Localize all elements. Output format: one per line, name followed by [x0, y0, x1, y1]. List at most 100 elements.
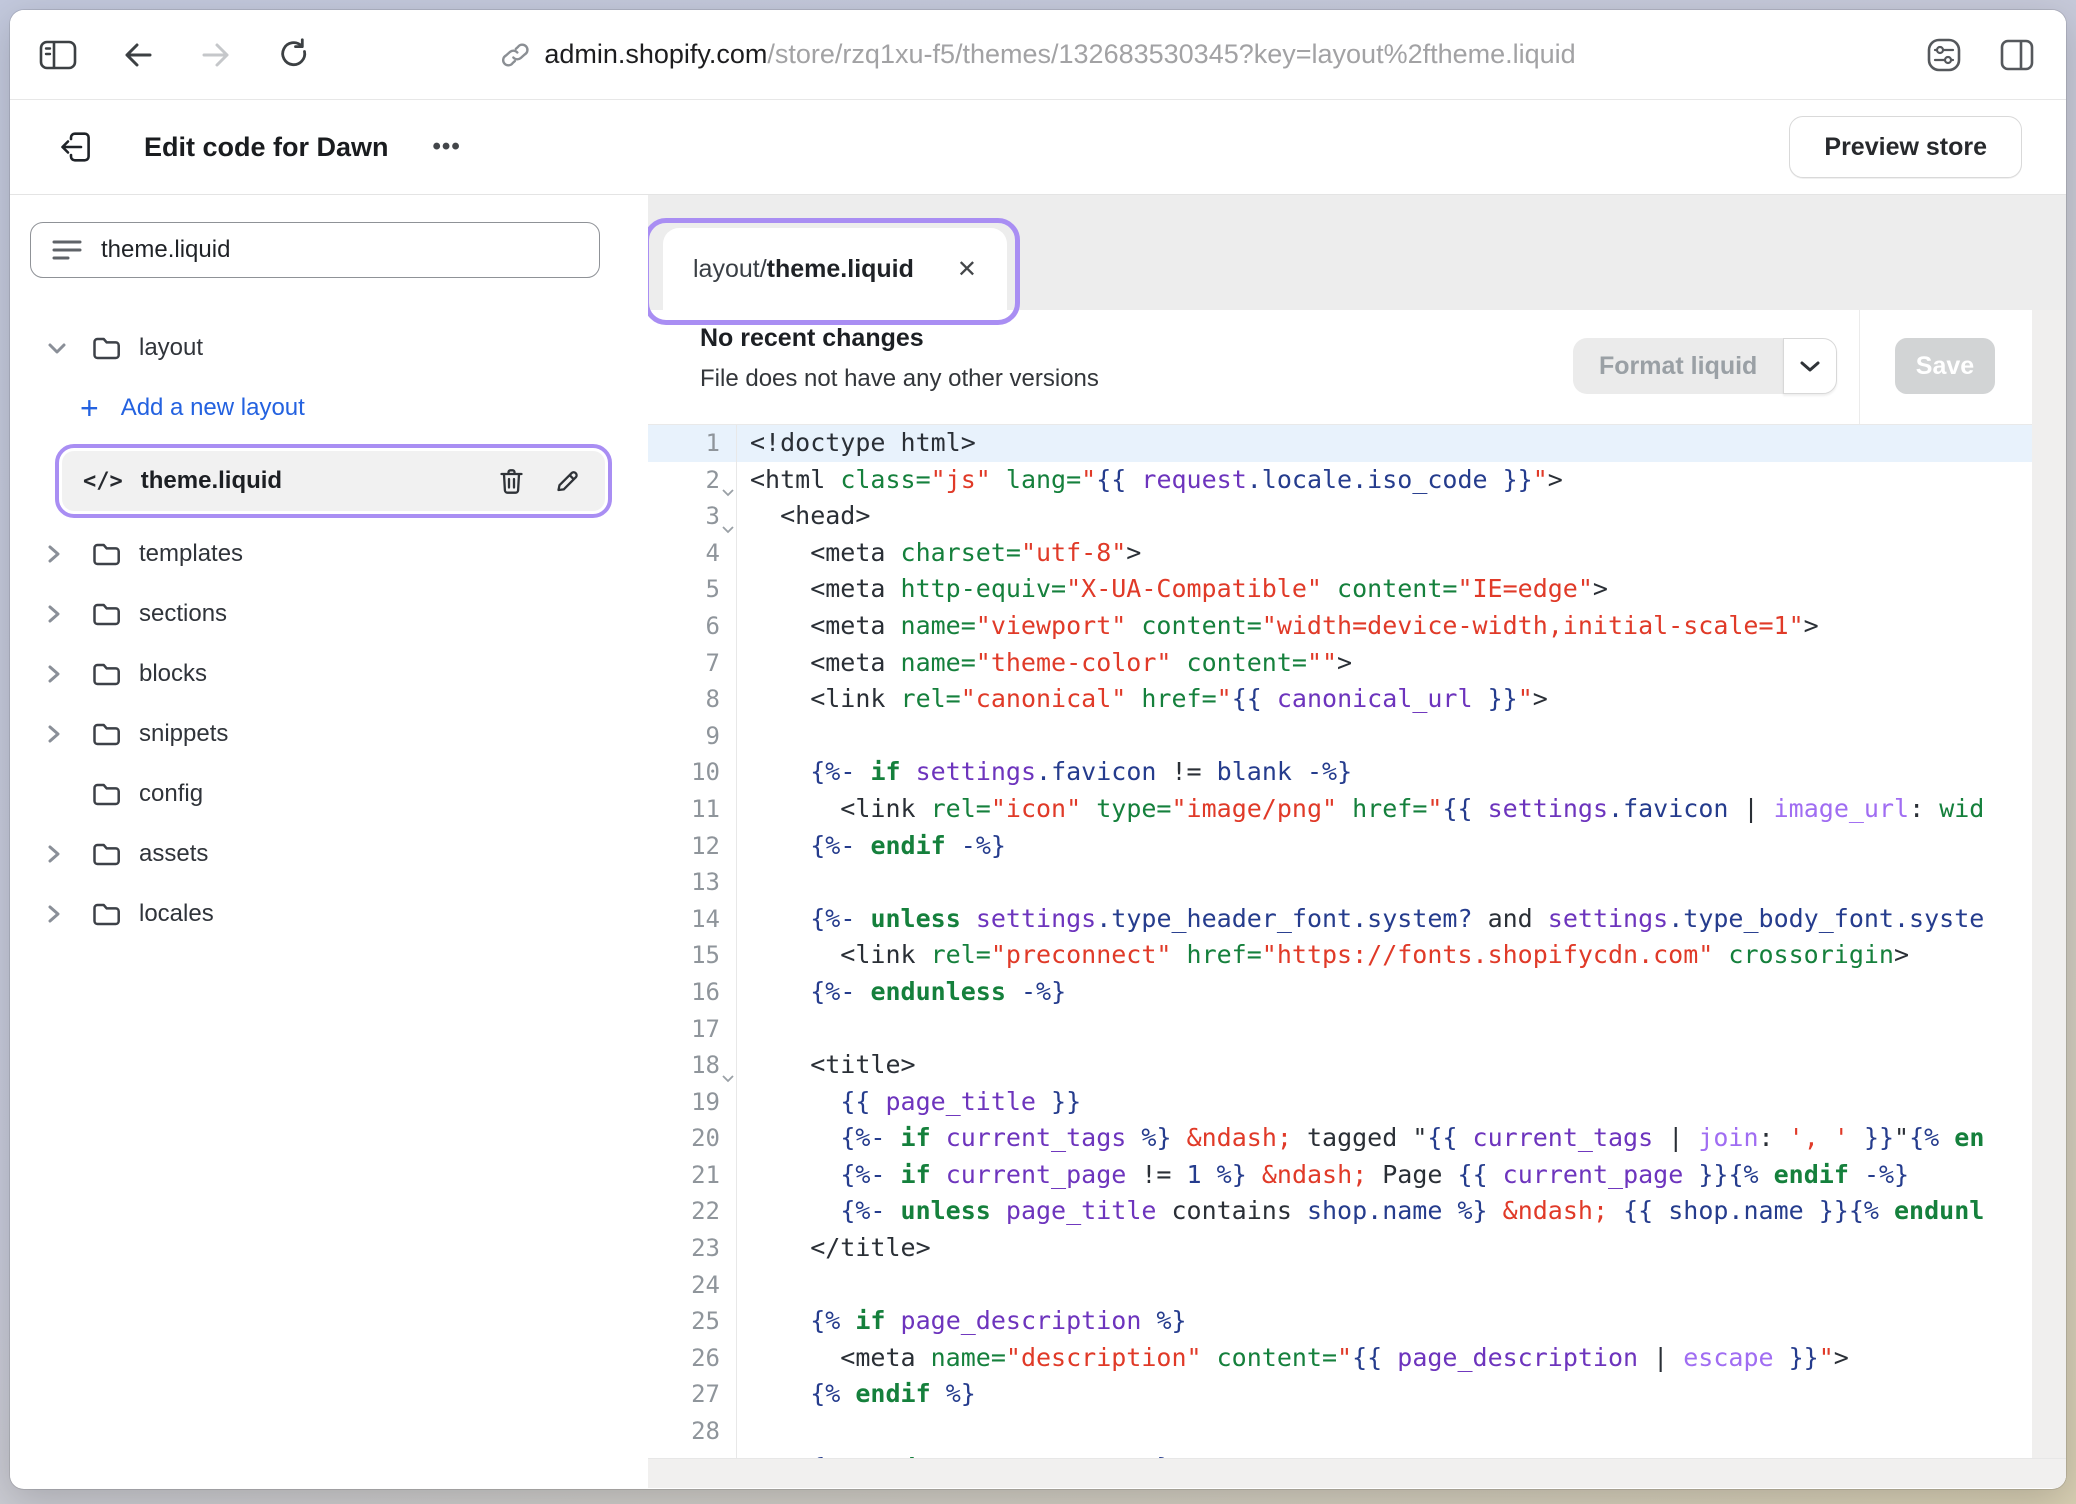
browser-window: admin.shopify.com/store/rzq1xu-f5/themes… [10, 10, 2066, 1489]
selected-file-label: theme.liquid [141, 467, 282, 495]
code-line-content: <meta name="description" content="{{ pag… [737, 1340, 2032, 1377]
sidebar-item-label: sections [139, 600, 227, 628]
line-number: 2 [648, 462, 737, 499]
code-line[interactable]: 3 <head> [648, 498, 2032, 535]
code-line[interactable]: 11 <link rel="icon" type="image/png" hre… [648, 791, 2032, 828]
chevron-right-icon[interactable] [45, 901, 91, 927]
code-line[interactable]: 12 {%- endif -%} [648, 828, 2032, 865]
url-bar[interactable]: admin.shopify.com/store/rzq1xu-f5/themes… [500, 10, 1575, 99]
back-icon[interactable] [120, 40, 156, 70]
tab-close-button[interactable]: ✕ [957, 255, 977, 284]
file-search-box[interactable] [30, 222, 600, 278]
delete-file-button[interactable] [498, 467, 525, 496]
editor-bottom-strip [648, 1458, 2066, 1488]
code-line[interactable]: 5 <meta http-equiv="X-UA-Compatible" con… [648, 571, 2032, 608]
fold-chevron-icon[interactable] [721, 525, 735, 534]
forward-icon[interactable] [198, 40, 234, 70]
code-line[interactable]: 4 <meta charset="utf-8"> [648, 535, 2032, 572]
code-line[interactable]: 17 [648, 1011, 2032, 1048]
line-number: 14 [648, 901, 737, 938]
code-line-content: {%- if current_page != 1 %} &ndash; Page… [737, 1157, 2032, 1194]
code-line[interactable]: 15 <link rel="preconnect" href="https://… [648, 937, 2032, 974]
chevron-right-icon[interactable] [45, 541, 91, 567]
code-line[interactable]: 10 {%- if settings.favicon != blank -%} [648, 754, 2032, 791]
link-icon [500, 40, 530, 70]
code-line-content: {% endif %} [737, 1376, 2032, 1413]
code-line[interactable]: 23 </title> [648, 1230, 2032, 1267]
save-button[interactable]: Save [1895, 338, 1995, 394]
exit-editor-button[interactable] [56, 128, 96, 166]
code-line[interactable]: 6 <meta name="viewport" content="width=d… [648, 608, 2032, 645]
chevron-right-icon[interactable] [45, 661, 91, 687]
code-line[interactable]: 19 {{ page_title }} [648, 1084, 2032, 1121]
file-tree: layout+Add a new layout </>theme.liquid te… [10, 318, 648, 944]
more-options-button[interactable]: ••• [433, 135, 461, 159]
chevron-down-icon[interactable] [45, 340, 91, 357]
fold-chevron-icon[interactable] [721, 1074, 735, 1083]
page-settings-icon[interactable] [1924, 35, 1964, 75]
sidebar-item-sections[interactable]: sections [10, 584, 648, 644]
tab-theme-liquid[interactable]: layout/theme.liquid ✕ [663, 228, 1007, 310]
code-line[interactable]: 29 {% render 'meta-tags' %} [648, 1450, 2032, 1458]
code-line[interactable]: 22 {%- unless page_title contains shop.n… [648, 1193, 2032, 1230]
code-line[interactable]: 26 <meta name="description" content="{{ … [648, 1340, 2032, 1377]
split-view-icon[interactable] [1998, 37, 2036, 73]
code-line[interactable]: 18 <title> [648, 1047, 2032, 1084]
sidebar-item-assets[interactable]: assets [10, 824, 648, 884]
chevron-right-icon[interactable] [45, 841, 91, 867]
line-number: 3 [648, 498, 737, 535]
chevron-right-icon[interactable] [45, 721, 91, 747]
code-line[interactable]: 1<!doctype html> [648, 425, 2032, 462]
line-number: 21 [648, 1157, 737, 1194]
sidebar-toggle-icon[interactable] [38, 38, 78, 72]
code-line[interactable]: 27 {% endif %} [648, 1376, 2032, 1413]
sidebar-item-snippets[interactable]: snippets [10, 704, 648, 764]
code-line[interactable]: 21 {%- if current_page != 1 %} &ndash; P… [648, 1157, 2032, 1194]
code-line-content: <!doctype html> [737, 425, 2032, 462]
code-line[interactable]: 14 {%- unless settings.type_header_font.… [648, 901, 2032, 938]
code-line[interactable]: 8 <link rel="canonical" href="{{ canonic… [648, 681, 2032, 718]
code-line-content: {{ page_title }} [737, 1084, 2032, 1121]
code-line[interactable]: 25 {% if page_description %} [648, 1303, 2032, 1340]
sidebar-item-label: locales [139, 900, 214, 928]
format-options-button[interactable] [1783, 338, 1837, 394]
plus-icon: + [80, 392, 99, 424]
edit-file-button[interactable] [553, 467, 581, 495]
code-line[interactable]: 7 <meta name="theme-color" content=""> [648, 645, 2032, 682]
sidebar-item-theme-liquid[interactable]: </>theme.liquid [62, 451, 605, 511]
fold-chevron-icon[interactable] [721, 488, 735, 497]
folder-icon [91, 841, 139, 868]
code-line[interactable]: 28 [648, 1413, 2032, 1450]
sidebar-item-locales[interactable]: locales [10, 884, 648, 944]
code-line[interactable]: 16 {%- endunless -%} [648, 974, 2032, 1011]
line-number: 25 [648, 1303, 737, 1340]
code-line[interactable]: 9 [648, 718, 2032, 755]
code-line-content: <head> [737, 498, 2032, 535]
editor-scrollbar-track[interactable] [2032, 310, 2066, 1488]
folder-icon [91, 661, 139, 688]
file-search-input[interactable] [101, 236, 579, 264]
add-layout-button[interactable]: +Add a new layout [10, 378, 648, 438]
sidebar-item-templates[interactable]: templates [10, 524, 648, 584]
folder-icon [91, 601, 139, 628]
editor-panel: layout/theme.liquid ✕ No recent changes … [648, 195, 2066, 1488]
exit-icon [56, 128, 96, 166]
reload-icon[interactable] [276, 37, 312, 73]
code-line[interactable]: 13 [648, 864, 2032, 901]
sidebar-item-layout[interactable]: layout [10, 318, 648, 378]
code-line[interactable]: 20 {%- if current_tags %} &ndash; tagged… [648, 1120, 2032, 1157]
code-line-content: <meta http-equiv="X-UA-Compatible" conte… [737, 571, 2032, 608]
code-editor[interactable]: 1<!doctype html>2<html class="js" lang="… [648, 425, 2032, 1458]
tab-bar: layout/theme.liquid ✕ [648, 195, 2066, 310]
sidebar-item-config[interactable]: config [10, 764, 648, 824]
line-number: 16 [648, 974, 737, 1011]
code-line-content: {%- if settings.favicon != blank -%} [737, 754, 2032, 791]
code-line[interactable]: 2<html class="js" lang="{{ request.local… [648, 462, 2032, 499]
sidebar-item-blocks[interactable]: blocks [10, 644, 648, 704]
chevron-right-icon[interactable] [45, 601, 91, 627]
preview-store-button[interactable]: Preview store [1789, 116, 2022, 178]
code-line[interactable]: 24 [648, 1267, 2032, 1304]
line-number: 29 [648, 1450, 737, 1458]
line-number: 9 [648, 718, 737, 755]
format-liquid-button[interactable]: Format liquid [1573, 338, 1783, 394]
